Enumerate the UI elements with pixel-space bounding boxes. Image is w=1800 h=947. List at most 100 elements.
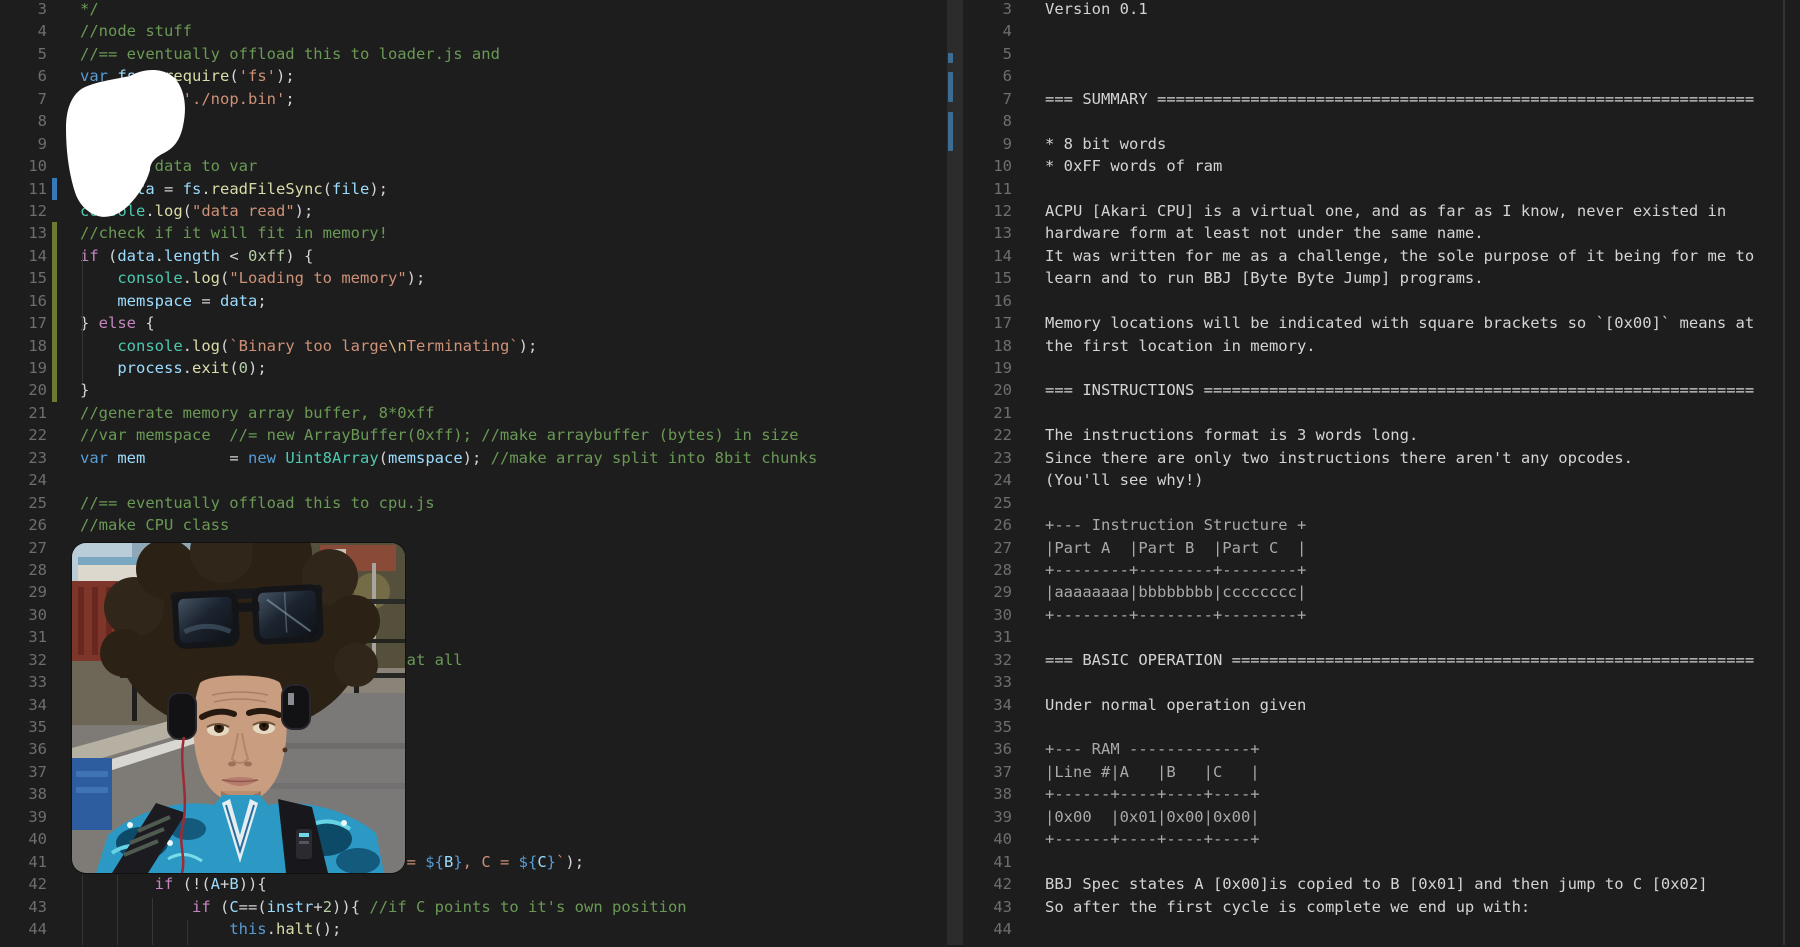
code-line[interactable]: 10//write data to var bbox=[0, 155, 947, 177]
line-number[interactable]: 23 bbox=[0, 447, 47, 469]
line-number[interactable]: 22 bbox=[0, 424, 47, 446]
line-number[interactable]: 40 bbox=[0, 828, 47, 850]
code-line[interactable]: 35 bbox=[963, 716, 1800, 738]
code-line[interactable]: 40+------+----+----+----+ bbox=[963, 828, 1800, 850]
line-number[interactable]: 22 bbox=[963, 424, 1012, 446]
line-number[interactable]: 19 bbox=[0, 357, 47, 379]
code-line[interactable]: 39|0x00 |0x01|0x00|0x00| bbox=[963, 806, 1800, 828]
code-line[interactable]: 16 memspace = data; bbox=[0, 290, 947, 312]
line-number[interactable]: 24 bbox=[0, 469, 47, 491]
code-line[interactable]: 25 bbox=[963, 492, 1800, 514]
code-line[interactable]: 11var data = fs.readFileSync(file); bbox=[0, 178, 947, 200]
code-line[interactable]: 8 bbox=[963, 110, 1800, 132]
line-number[interactable]: 4 bbox=[963, 20, 1012, 42]
code-line[interactable]: 18the first location in memory. bbox=[963, 335, 1800, 357]
line-number[interactable]: 16 bbox=[0, 290, 47, 312]
line-number[interactable]: 9 bbox=[963, 133, 1012, 155]
line-number[interactable]: 32 bbox=[963, 649, 1012, 671]
line-number[interactable]: 26 bbox=[0, 514, 47, 536]
code-line[interactable]: 41 bbox=[963, 851, 1800, 873]
line-number[interactable]: 30 bbox=[0, 604, 47, 626]
code-line[interactable]: 33 bbox=[963, 671, 1800, 693]
code-line[interactable]: 23Since there are only two instructions … bbox=[963, 447, 1800, 469]
code-line[interactable]: 5//== eventually offload this to loader.… bbox=[0, 43, 947, 65]
line-number[interactable]: 24 bbox=[963, 469, 1012, 491]
line-number[interactable]: 34 bbox=[0, 694, 47, 716]
code-line[interactable]: 34Under normal operation given bbox=[963, 694, 1800, 716]
code-line[interactable]: 37|Line #|A |B |C | bbox=[963, 761, 1800, 783]
code-line[interactable]: 14if (data.length < 0xff) { bbox=[0, 245, 947, 267]
line-number[interactable]: 8 bbox=[963, 110, 1012, 132]
code-line[interactable]: 27|Part A |Part B |Part C | bbox=[963, 537, 1800, 559]
line-number[interactable]: 39 bbox=[963, 806, 1012, 828]
line-number[interactable]: 7 bbox=[963, 88, 1012, 110]
line-number[interactable]: 37 bbox=[963, 761, 1012, 783]
line-number[interactable]: 17 bbox=[0, 312, 47, 334]
line-number[interactable]: 7 bbox=[0, 88, 47, 110]
code-line[interactable]: 15learn and to run BBJ [Byte Byte Jump] … bbox=[963, 267, 1800, 289]
code-line[interactable]: 20} bbox=[0, 379, 947, 401]
code-line[interactable]: 19 bbox=[963, 357, 1800, 379]
line-number[interactable]: 25 bbox=[0, 492, 47, 514]
line-number[interactable]: 41 bbox=[0, 851, 47, 873]
overview-ruler-scrollbar[interactable] bbox=[947, 0, 963, 945]
line-number[interactable]: 5 bbox=[963, 43, 1012, 65]
line-number[interactable]: 26 bbox=[963, 514, 1012, 536]
line-number[interactable]: 3 bbox=[0, 0, 47, 20]
code-line[interactable]: 3Version 0.1 bbox=[963, 0, 1800, 20]
line-number[interactable]: 21 bbox=[0, 402, 47, 424]
code-line[interactable]: 11 bbox=[963, 178, 1800, 200]
line-number[interactable]: 18 bbox=[963, 335, 1012, 357]
line-number[interactable]: 14 bbox=[963, 245, 1012, 267]
line-number[interactable]: 44 bbox=[0, 918, 47, 940]
line-number[interactable]: 12 bbox=[0, 200, 47, 222]
code-line[interactable]: 23var mem = new Uint8Array(memspace); //… bbox=[0, 447, 947, 469]
code-line[interactable]: 8 bbox=[0, 110, 947, 132]
line-number[interactable]: 12 bbox=[963, 200, 1012, 222]
code-line[interactable]: 9* 8 bit words bbox=[963, 133, 1800, 155]
code-line[interactable]: 16 bbox=[963, 290, 1800, 312]
code-line[interactable]: 44 bbox=[963, 918, 1800, 940]
line-number[interactable]: 30 bbox=[963, 604, 1012, 626]
code-line[interactable]: 38+------+----+----+----+ bbox=[963, 783, 1800, 805]
line-number[interactable]: 9 bbox=[0, 133, 47, 155]
code-line[interactable]: 4 bbox=[963, 20, 1800, 42]
line-number[interactable]: 20 bbox=[963, 379, 1012, 401]
code-line[interactable]: 6 bbox=[963, 65, 1800, 87]
line-number[interactable]: 27 bbox=[963, 537, 1012, 559]
code-line[interactable]: 24(You'll see why!) bbox=[963, 469, 1800, 491]
line-number[interactable]: 25 bbox=[963, 492, 1012, 514]
code-line[interactable]: 13//check if it will fit in memory! bbox=[0, 222, 947, 244]
code-line[interactable]: 25//== eventually offload this to cpu.js bbox=[0, 492, 947, 514]
code-line[interactable]: 22The instructions format is 3 words lon… bbox=[963, 424, 1800, 446]
code-line[interactable]: 6var fs = require('fs'); bbox=[0, 65, 947, 87]
code-line[interactable]: 17} else { bbox=[0, 312, 947, 334]
code-line[interactable]: 5 bbox=[963, 43, 1800, 65]
code-line[interactable]: 4//node stuff bbox=[0, 20, 947, 42]
code-line[interactable]: 13hardware form at least not under the s… bbox=[963, 222, 1800, 244]
line-number[interactable]: 6 bbox=[963, 65, 1012, 87]
line-number[interactable]: 17 bbox=[963, 312, 1012, 334]
code-line[interactable]: 43 if (C==(instr+2)){ //if C points to i… bbox=[0, 896, 947, 918]
line-number[interactable]: 16 bbox=[963, 290, 1012, 312]
code-line[interactable]: 28+--------+--------+--------+ bbox=[963, 559, 1800, 581]
code-line[interactable]: 26+--- Instruction Structure + bbox=[963, 514, 1800, 536]
line-number[interactable]: 18 bbox=[0, 335, 47, 357]
code-line[interactable]: 18 console.log(`Binary too large\nTermin… bbox=[0, 335, 947, 357]
code-line[interactable]: 7var file = './nop.bin'; bbox=[0, 88, 947, 110]
line-number[interactable]: 10 bbox=[0, 155, 47, 177]
line-number[interactable]: 15 bbox=[0, 267, 47, 289]
line-number[interactable]: 28 bbox=[963, 559, 1012, 581]
code-line[interactable]: 21//generate memory array buffer, 8*0xff bbox=[0, 402, 947, 424]
line-number[interactable]: 37 bbox=[0, 761, 47, 783]
line-number[interactable]: 33 bbox=[963, 671, 1012, 693]
code-line[interactable]: 42 if (!(A+B)){ bbox=[0, 873, 947, 895]
code-line[interactable]: 7=== SUMMARY ===========================… bbox=[963, 88, 1800, 110]
line-number[interactable]: 21 bbox=[963, 402, 1012, 424]
line-number[interactable]: 44 bbox=[963, 918, 1012, 940]
line-number[interactable]: 41 bbox=[963, 851, 1012, 873]
code-line[interactable]: 12console.log("data read"); bbox=[0, 200, 947, 222]
code-line[interactable]: 22//var memspace //= new ArrayBuffer(0xf… bbox=[0, 424, 947, 446]
line-number[interactable]: 42 bbox=[0, 873, 47, 895]
line-number[interactable]: 42 bbox=[963, 873, 1012, 895]
